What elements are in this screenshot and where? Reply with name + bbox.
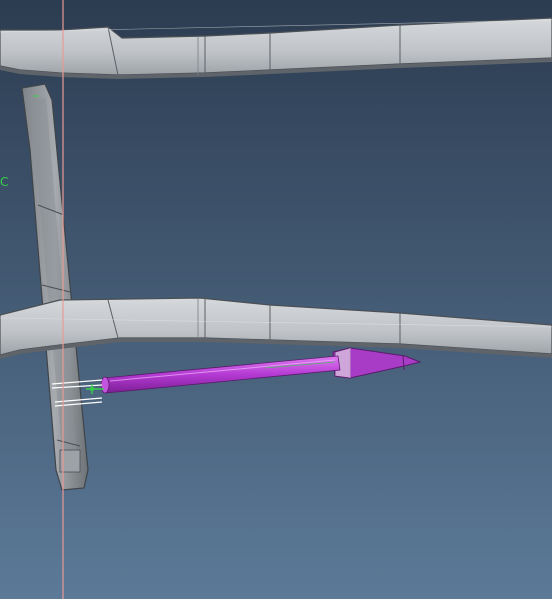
3d-viewport[interactable]: C (0, 0, 552, 599)
edge-mark-label: C (0, 175, 8, 189)
model-canvas[interactable]: C (0, 0, 552, 599)
